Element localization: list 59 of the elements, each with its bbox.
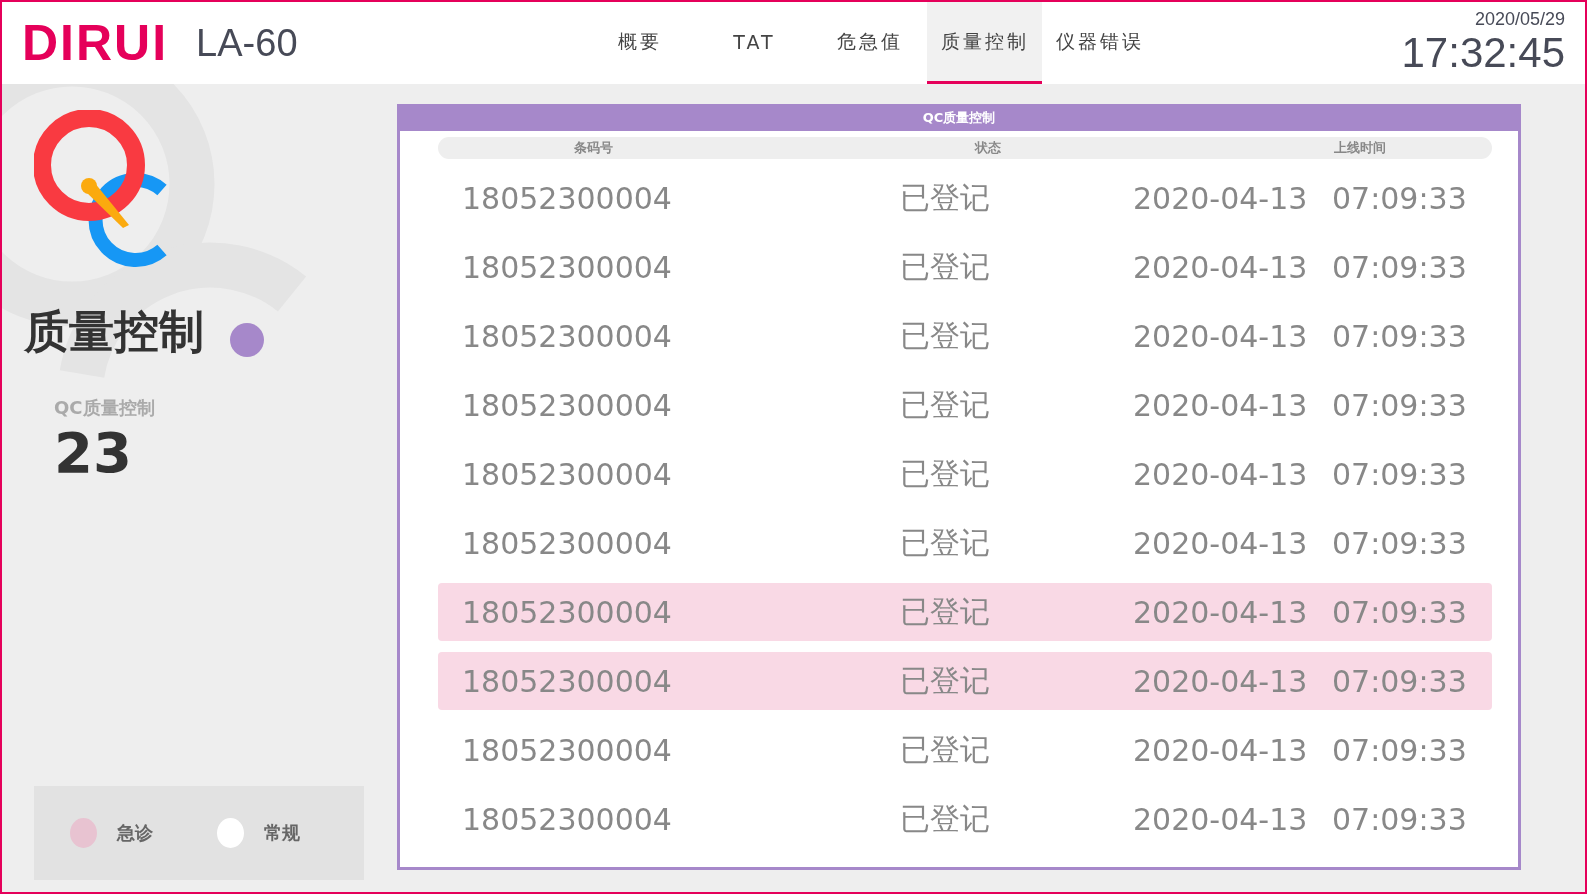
status-cell-text: 已登记	[900, 730, 991, 769]
time-cell-text: 07:09:33	[1332, 249, 1468, 285]
date-cell-text: 2020-04-13	[1133, 525, 1309, 561]
status-cell-text: 已登记	[900, 799, 991, 838]
status-cell-text: 已登记	[900, 661, 991, 700]
stat-value: 23	[54, 420, 132, 485]
status-cell-text: 已登记	[900, 523, 991, 562]
legend-label: 急诊	[117, 821, 153, 845]
nav-tab[interactable]: TAT	[697, 2, 812, 84]
nav-tab[interactable]: 质量控制	[927, 2, 1042, 84]
date-text: 2020/05/29	[1474, 9, 1565, 31]
time-cell-text: 07:09:33	[1332, 318, 1468, 354]
nav-tab[interactable]: 仪器错误	[1042, 2, 1157, 84]
date-cell-text: 2020-04-13	[1133, 801, 1309, 837]
column-header: 上线时间	[1333, 139, 1387, 157]
legend-label: 常规	[264, 821, 300, 845]
time-text: 17:32:45	[1401, 30, 1565, 77]
time-cell-text: 07:09:33	[1332, 594, 1468, 630]
date-cell-text: 2020-04-13	[1133, 732, 1309, 768]
stat-label: QC质量控制	[54, 396, 155, 420]
barcode-cell-text: 18052300004	[461, 801, 673, 837]
date-cell-text: 2020-04-13	[1133, 249, 1309, 285]
time-cell-text: 07:09:33	[1332, 180, 1468, 216]
barcode-cell-text: 18052300004	[461, 249, 673, 285]
panel-title: QC质量控制	[400, 107, 1518, 131]
column-header: 条码号	[572, 139, 614, 157]
time-cell-text: 07:09:33	[1332, 732, 1468, 768]
time-cell-text: 07:09:33	[1332, 456, 1468, 492]
dot-icon	[230, 323, 264, 357]
time-cell-text: 07:09:33	[1332, 663, 1468, 699]
barcode-cell-text: 18052300004	[461, 594, 673, 630]
date-cell-text: 2020-04-13	[1133, 663, 1309, 699]
barcode-cell-text: 18052300004	[461, 387, 673, 423]
time-cell-text: 07:09:33	[1332, 525, 1468, 561]
time-cell-text: 07:09:33	[1332, 387, 1468, 423]
barcode-cell-text: 18052300004	[461, 180, 673, 216]
status-cell-text: 已登记	[900, 316, 991, 355]
barcode-cell-text: 18052300004	[461, 663, 673, 699]
status-cell-text: 已登记	[900, 592, 991, 631]
date-cell-text: 2020-04-13	[1133, 387, 1309, 423]
nav-tab[interactable]: 概要	[582, 2, 697, 84]
brand-logo: DIRUI	[22, 18, 169, 68]
date-cell-text: 2020-04-13	[1133, 594, 1309, 630]
date-cell-text: 2020-04-13	[1133, 456, 1309, 492]
model-name: LA-60	[196, 21, 298, 65]
nav-tab[interactable]: 危急值	[812, 2, 927, 84]
date-cell-text: 2020-04-13	[1133, 318, 1309, 354]
section-title: 质量控制	[24, 304, 204, 360]
barcode-cell-text: 18052300004	[461, 318, 673, 354]
barcode-cell-text: 18052300004	[461, 456, 673, 492]
time-cell-text: 07:09:33	[1332, 801, 1468, 837]
status-cell-text: 已登记	[900, 385, 991, 424]
status-cell-text: 已登记	[900, 178, 991, 217]
date-cell-text: 2020-04-13	[1133, 180, 1309, 216]
barcode-cell-text: 18052300004	[461, 732, 673, 768]
barcode-cell-text: 18052300004	[461, 525, 673, 561]
column-header: 状态	[973, 139, 1002, 157]
status-cell-text: 已登记	[900, 247, 991, 286]
status-cell-text: 已登记	[900, 454, 991, 493]
